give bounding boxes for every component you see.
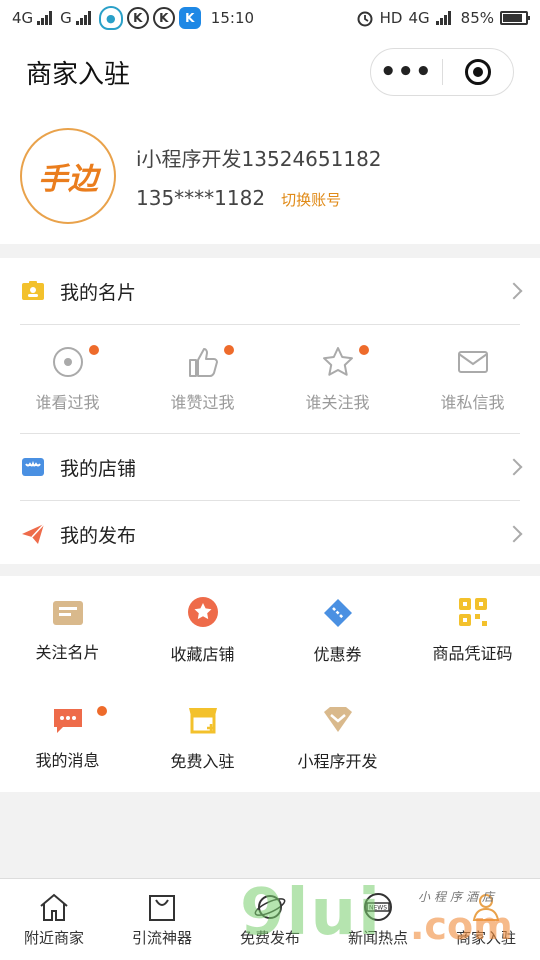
star-icon: [322, 347, 353, 376]
more-button[interactable]: •••: [371, 49, 442, 95]
notification-badge: [89, 345, 99, 355]
my-posts-row[interactable]: 我的发布: [0, 501, 540, 567]
mail-icon: [457, 351, 488, 373]
news-icon: NEWS: [364, 893, 392, 921]
tab-label: 引流神器: [131, 929, 192, 947]
grid-label: 我的消息: [35, 751, 100, 770]
switch-account-link[interactable]: 切换账号: [281, 189, 341, 210]
stat-messaged-me[interactable]: 谁私信我: [405, 325, 540, 433]
grid-free-join[interactable]: 免费入驻: [135, 684, 270, 792]
stat-liked-me[interactable]: 谁赞过我: [135, 325, 270, 433]
eye-icon: [52, 347, 83, 377]
tab-label: 免费发布: [239, 929, 300, 947]
notification-badge: [359, 345, 369, 355]
network-type-1: 4G: [12, 9, 34, 27]
notification-badge: [224, 345, 234, 355]
thumbs-up-icon: [188, 348, 218, 377]
card-stats: 谁看过我 谁赞过我 谁关注我 谁私信我: [0, 325, 540, 433]
home-icon: [40, 893, 68, 921]
grid-label: 免费入驻: [170, 752, 235, 771]
tab-news[interactable]: NEWS 新闻热点: [324, 879, 432, 960]
shop-add-icon: [188, 708, 217, 734]
tab-nearby-merchants[interactable]: 附近商家: [0, 879, 108, 960]
profile-name: i小程序开发13524651182: [136, 146, 382, 171]
tab-label: 附近商家: [23, 929, 84, 947]
shopping-bag-icon: [149, 895, 175, 921]
k-app-icon: K: [126, 7, 149, 29]
grid-label: 优惠券: [313, 645, 362, 664]
coupon-icon: [323, 599, 352, 627]
signal-icon: [37, 11, 53, 25]
my-posts-label: 我的发布: [60, 524, 137, 547]
planet-icon: [254, 895, 286, 919]
qq-icon: ●: [98, 6, 123, 30]
chevron-right-icon: [505, 458, 523, 476]
avatar-logo-text: 手边: [38, 162, 98, 197]
more-dots-icon: •••: [379, 57, 433, 87]
paper-plane-icon: [20, 521, 46, 547]
my-card-label: 我的名片: [60, 281, 137, 304]
my-card-row[interactable]: 我的名片: [0, 258, 540, 324]
battery-icon: [500, 11, 530, 25]
k-app-icon-2: K: [152, 7, 175, 29]
grid-mini-program-dev[interactable]: 小程序开发: [270, 684, 405, 792]
grid-favorite-shops[interactable]: 收藏店铺: [135, 576, 270, 684]
grid-coupons[interactable]: 优惠券: [270, 576, 405, 684]
miniprogram-icon: [323, 707, 352, 732]
hd-indicator: HD: [379, 9, 403, 27]
stat-followed-me[interactable]: 谁关注我: [270, 325, 405, 433]
favorite-shop-icon: [187, 597, 218, 627]
user-icon: [472, 894, 500, 921]
shop-icon: [20, 454, 46, 480]
tab-label: 商家入驻: [455, 929, 516, 947]
notification-badge: [97, 706, 107, 716]
alarm-icon: [357, 11, 373, 27]
my-shop-label: 我的店铺: [60, 457, 137, 480]
bottom-tab-bar: 附近商家 引流神器 免费发布 NEWS 新闻热点 商家入驻: [0, 878, 540, 960]
network-type-2: G: [60, 9, 72, 27]
stat-label: 谁关注我: [305, 393, 370, 412]
card-section: 我的名片 谁看过我 谁赞过我 谁关注我 谁私信我 我的店铺 我的发布: [0, 258, 540, 564]
svg-text:NEWS: NEWS: [369, 905, 387, 912]
stat-label: 谁赞过我: [170, 393, 235, 412]
signal-icon-3: [435, 11, 451, 25]
signal-icon-2: [75, 11, 91, 25]
qr-code-icon: [458, 598, 487, 626]
grid-label: 关注名片: [35, 643, 100, 662]
chevron-right-icon: [505, 282, 523, 300]
card-holder-icon: [52, 601, 83, 625]
profile-phone: 135****1182: [136, 185, 266, 210]
grid-label: 商品凭证码: [432, 644, 513, 663]
message-icon: [53, 709, 82, 733]
profile-section: 手边 i小程序开发13524651182 135****1182 切换账号: [0, 108, 540, 244]
id-card-icon: [20, 278, 46, 304]
nav-bar: 商家入驻 •••: [0, 36, 540, 108]
grid-product-codes[interactable]: 商品凭证码: [405, 576, 540, 684]
chevron-right-icon: [505, 525, 523, 543]
status-time: 15:10: [210, 9, 255, 27]
k-app-icon-3: K: [178, 7, 201, 29]
grid-followed-cards[interactable]: 关注名片: [0, 576, 135, 684]
mini-program-capsule: •••: [370, 48, 514, 96]
grid-my-messages[interactable]: 我的消息: [0, 684, 135, 792]
page-title: 商家入驻: [26, 59, 131, 90]
close-button[interactable]: [443, 49, 514, 95]
my-shop-row[interactable]: 我的店铺: [0, 434, 540, 500]
stat-label: 谁看过我: [35, 393, 100, 412]
stat-viewed-me[interactable]: 谁看过我: [0, 325, 135, 433]
tab-merchant-join[interactable]: 商家入驻: [432, 879, 540, 960]
grid-label: 小程序开发: [297, 752, 378, 771]
tab-free-post[interactable]: 免费发布: [216, 879, 324, 960]
tab-label: 新闻热点: [347, 929, 408, 947]
avatar[interactable]: 手边: [20, 128, 116, 224]
tab-traffic-tool[interactable]: 引流神器: [108, 879, 216, 960]
battery-percent: 85%: [460, 9, 494, 27]
grid-label: 收藏店铺: [170, 645, 235, 664]
stat-label: 谁私信我: [440, 393, 505, 412]
status-bar: 4G G ● K K K 15:10 HD 4G 85%: [0, 0, 540, 36]
close-target-icon: [464, 59, 491, 85]
profile-info: i小程序开发13524651182 135****1182 切换账号: [136, 143, 382, 210]
network-type-3: 4G: [408, 9, 430, 27]
feature-grid: 关注名片 收藏店铺 优惠券 商品凭证码 我的消息 免费入驻 小程序开发: [0, 576, 540, 792]
